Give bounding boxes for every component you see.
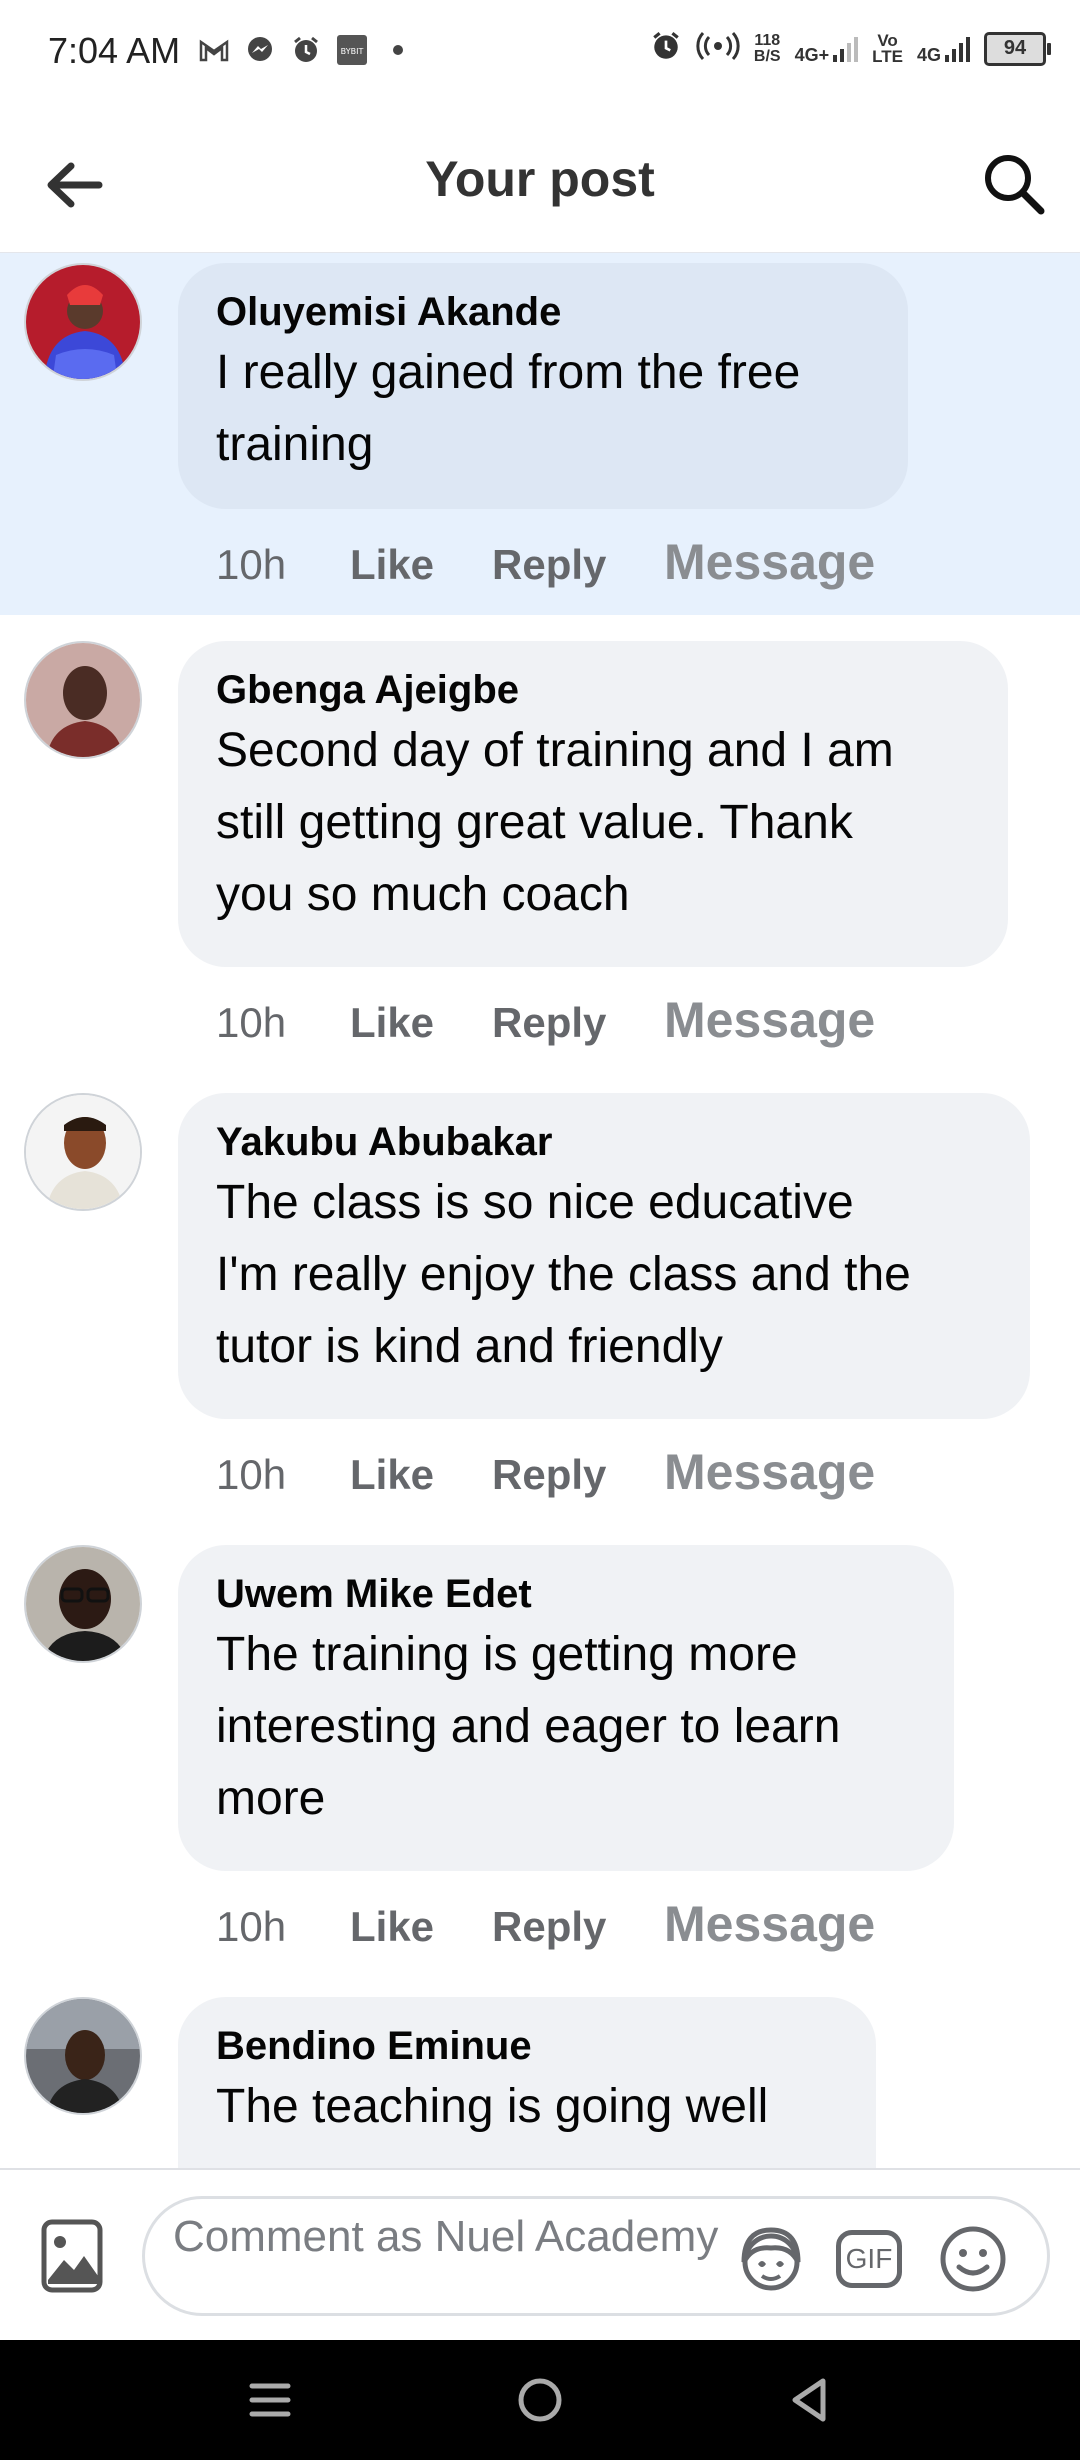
page-title: Your post xyxy=(425,151,655,207)
comment-time: 10h xyxy=(216,1451,287,1498)
like-button[interactable]: Like xyxy=(350,1903,492,1951)
search-button[interactable] xyxy=(976,146,1052,222)
avatar[interactable] xyxy=(24,1093,142,1211)
comment-composer: GIF xyxy=(0,2168,1080,2342)
avatar[interactable] xyxy=(24,641,142,759)
notification-icons: BYBIT xyxy=(198,34,414,66)
comment-field: GIF xyxy=(142,2196,1050,2316)
comment-text: The teaching is going well xyxy=(216,2080,769,2133)
gmail-icon xyxy=(198,34,230,66)
volte-badge: Vo LTE xyxy=(872,30,903,66)
comment-item: Gbenga Ajeigbe Second day of training an… xyxy=(0,615,1080,1067)
like-button[interactable]: Like xyxy=(350,541,492,589)
menu-icon xyxy=(249,2383,291,2417)
back-nav-button[interactable] xyxy=(778,2368,842,2432)
comment-text: Second day of training and I am still ge… xyxy=(216,724,894,921)
hotspot-icon xyxy=(696,31,740,66)
status-time: 7:04 AM xyxy=(48,30,181,71)
svg-text:BYBIT: BYBIT xyxy=(341,47,364,56)
comment-author[interactable]: Bendino Eminue xyxy=(216,2021,838,2071)
message-button[interactable]: Message xyxy=(664,991,875,1049)
comment-time: 10h xyxy=(216,999,287,1046)
comment-bubble: Bendino Eminue The teaching is going wel… xyxy=(178,1997,876,2168)
comment-item: Uwem Mike Edet The training is getting m… xyxy=(0,1519,1080,1971)
battery-icon: 94 xyxy=(984,31,1051,66)
signal-icon: 4G+ xyxy=(795,35,859,64)
comment-input[interactable] xyxy=(173,2211,733,2305)
message-button[interactable]: Message xyxy=(664,1443,875,1501)
recent-apps-button[interactable] xyxy=(238,2368,302,2432)
emoji-button[interactable] xyxy=(935,2221,1011,2297)
system-nav-bar xyxy=(0,2340,1080,2460)
reply-button[interactable]: Reply xyxy=(492,1903,664,1951)
alarm-icon xyxy=(650,30,682,67)
gif-button[interactable]: GIF xyxy=(831,2221,907,2297)
avatar[interactable] xyxy=(24,1545,142,1663)
comment-time: 10h xyxy=(216,1903,287,1950)
comment-bubble: Gbenga Ajeigbe Second day of training an… xyxy=(178,641,1008,967)
reply-button[interactable]: Reply xyxy=(492,541,664,589)
status-bar: 7:04 AM BYBIT 118 B/S 4G+ Vo LTE 4G 94 xyxy=(0,0,1080,110)
comment-bubble: Uwem Mike Edet The training is getting m… xyxy=(178,1545,954,1871)
reply-button[interactable]: Reply xyxy=(492,1451,664,1499)
dot-icon xyxy=(382,34,414,66)
back-icon xyxy=(792,2378,826,2422)
avatar-sticker-button[interactable] xyxy=(733,2221,809,2297)
comment-time: 10h xyxy=(216,541,287,588)
avatar[interactable] xyxy=(24,263,142,381)
photo-icon xyxy=(41,2219,103,2293)
comment-actions: 10h Like Reply Message xyxy=(216,1895,875,1953)
system-icons: 118 B/S 4G+ Vo LTE 4G 94 xyxy=(650,30,1051,67)
comment-bubble: Oluyemisi Akande I really gained from th… xyxy=(178,263,908,509)
home-button[interactable] xyxy=(508,2368,572,2432)
gif-label: GIF xyxy=(836,2230,902,2288)
comment-item: Oluyemisi Akande I really gained from th… xyxy=(0,253,1080,615)
like-button[interactable]: Like xyxy=(350,1451,492,1499)
alarm-icon xyxy=(290,34,322,66)
message-button[interactable]: Message xyxy=(664,533,875,591)
comment-text: The training is getting more interesting… xyxy=(216,1628,841,1825)
comment-author[interactable]: Yakubu Abubakar xyxy=(216,1117,992,1167)
like-button[interactable]: Like xyxy=(350,999,492,1047)
home-icon xyxy=(518,2378,562,2422)
comment-author[interactable]: Uwem Mike Edet xyxy=(216,1569,916,1619)
message-button[interactable]: Message xyxy=(664,1895,875,1953)
net-speed: 118 B/S xyxy=(753,31,781,65)
comment-actions: 10h Like Reply Message xyxy=(216,1443,875,1501)
signal-icon: 4G xyxy=(917,35,970,64)
comment-author[interactable]: Gbenga Ajeigbe xyxy=(216,665,970,715)
messenger-icon xyxy=(244,34,276,66)
bybit-icon: BYBIT xyxy=(336,34,368,66)
comment-item: Yakubu Abubakar The class is so nice edu… xyxy=(0,1067,1080,1519)
comment-list: Oluyemisi Akande I really gained from th… xyxy=(0,253,1080,2168)
app-header: Your post xyxy=(0,110,1080,254)
avatar-sticker-icon xyxy=(741,2227,801,2291)
photo-button[interactable] xyxy=(36,2214,108,2298)
comment-author[interactable]: Oluyemisi Akande xyxy=(216,287,870,337)
search-icon xyxy=(985,155,1045,215)
comment-text: The class is so nice educative I'm reall… xyxy=(216,1176,911,1373)
comment-text: I really gained from the free training xyxy=(216,346,801,471)
comment-actions: 10h Like Reply Message xyxy=(216,991,875,1049)
avatar[interactable] xyxy=(24,1997,142,2115)
reply-button[interactable]: Reply xyxy=(492,999,664,1047)
comment-actions: 10h Like Reply Message xyxy=(216,533,875,591)
emoji-icon xyxy=(940,2226,1006,2292)
comment-item: Bendino Eminue The teaching is going wel… xyxy=(0,1971,1080,2168)
comment-bubble: Yakubu Abubakar The class is so nice edu… xyxy=(178,1093,1030,1419)
